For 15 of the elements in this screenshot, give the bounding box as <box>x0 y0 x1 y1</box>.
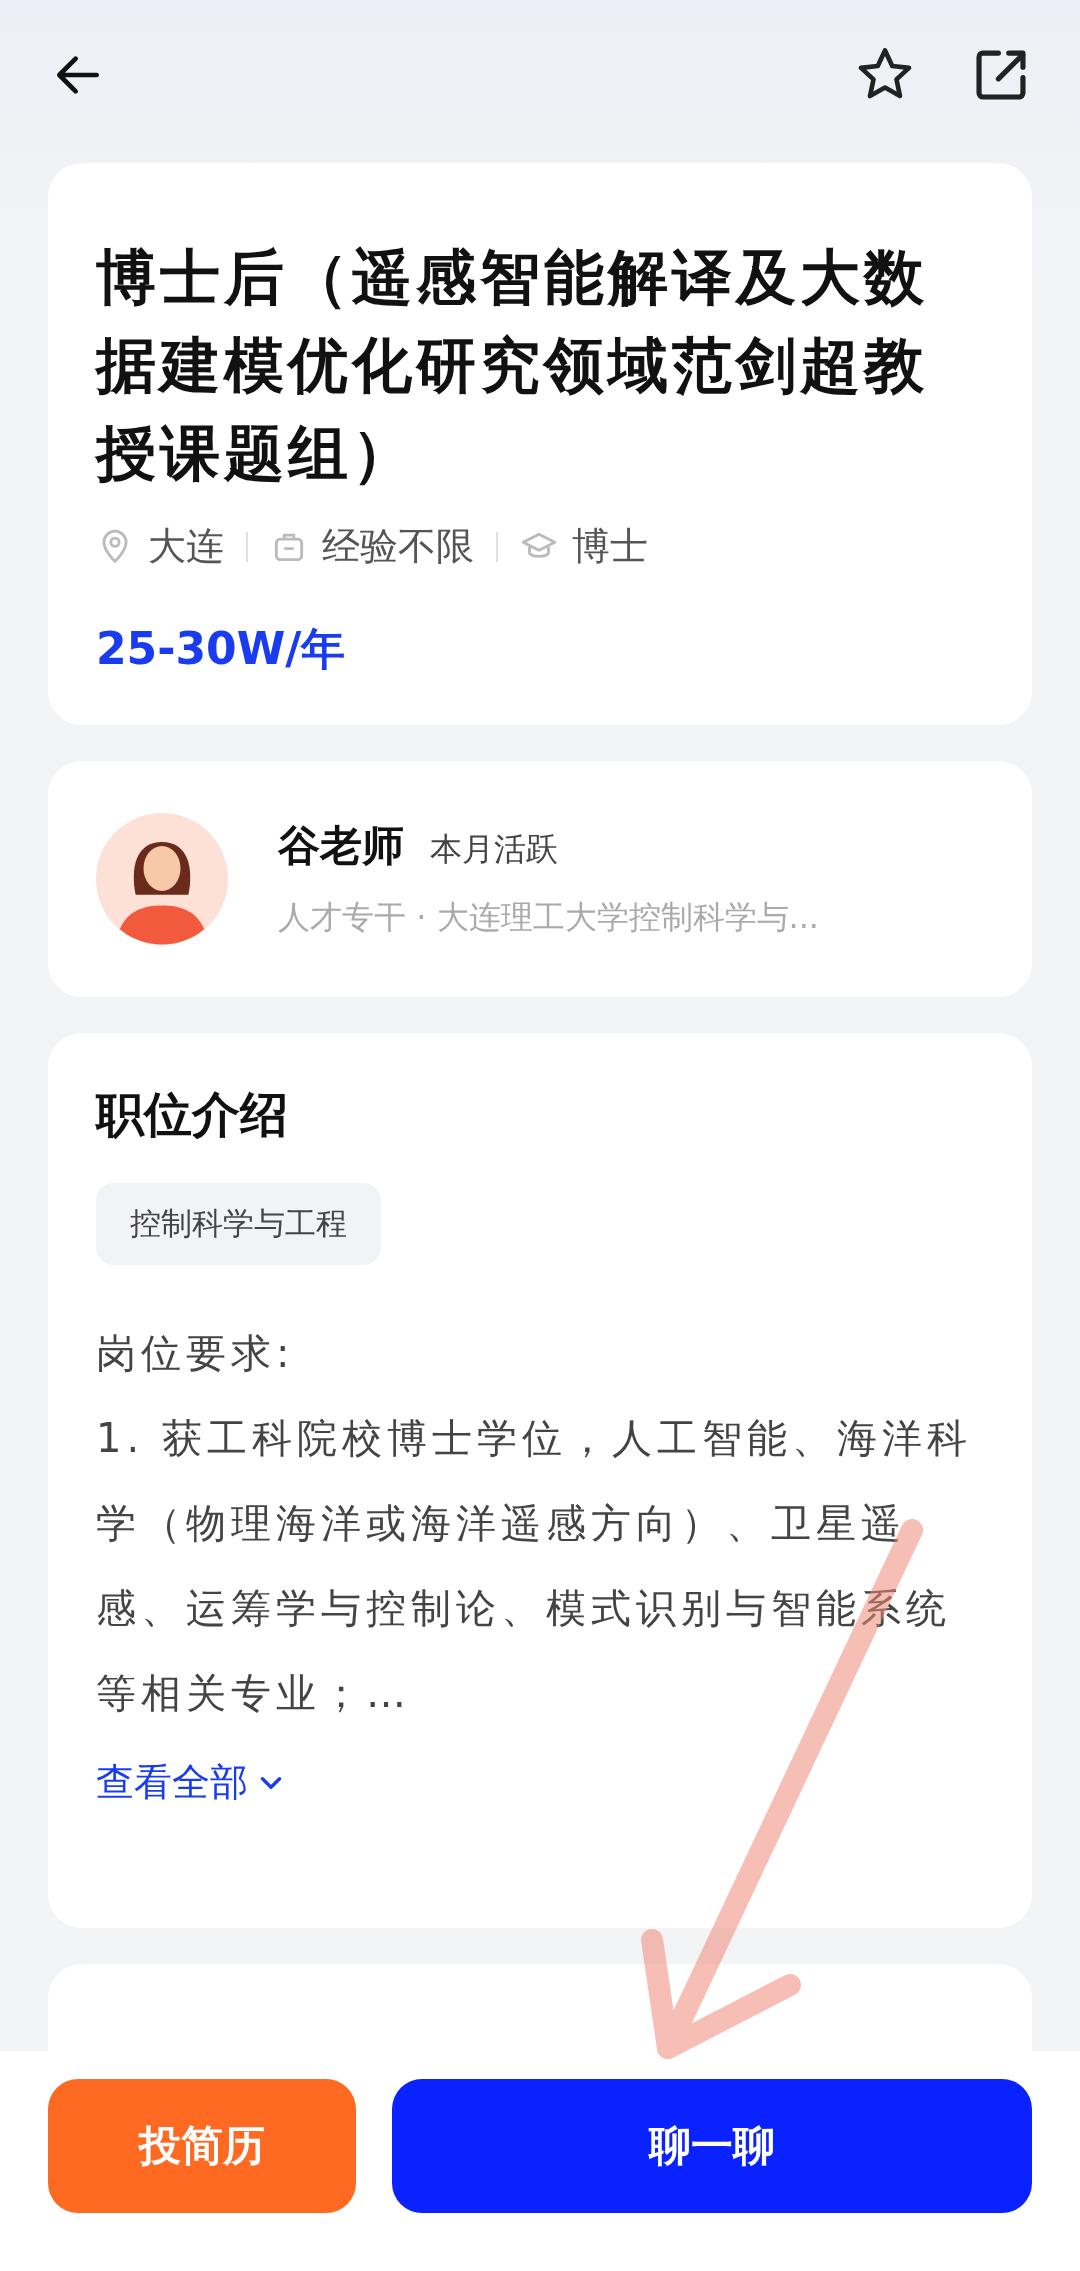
job-meta-text: 经验不限 <box>322 523 474 570</box>
job-meta-text: 博士 <box>572 523 648 570</box>
job-meta-text: 大连 <box>148 523 224 570</box>
view-all-link[interactable]: 查看全部 <box>96 1740 288 1825</box>
requirements-text: 1. 获工科院校博士学位，人工智能、海洋科学（物理海洋或海洋遥感方向）、卫星遥感、运筹学与控制论、模式识别与智能系统等相关专业；… <box>96 1414 973 1718</box>
section-heading: 职位介绍 <box>96 1085 289 1144</box>
requirements-heading: 岗位要求: <box>96 1329 296 1378</box>
chat-button[interactable]: 聊一聊 <box>392 2079 1032 2213</box>
tag: 控制科学与工程 <box>96 1183 381 1265</box>
salary: 25-30W/年 <box>96 622 347 676</box>
recruiter-card[interactable]: 谷老师 本月活跃 人才专干 · 大连理工大学控制科学与... <box>48 761 1032 997</box>
recruiter-name: 谷老师 <box>278 820 404 872</box>
job-title: 博士后（遥感智能解译及大数据建模优化研究领域范剑超教授课题组） <box>96 241 929 490</box>
activity-status: 本月活跃 <box>430 829 558 870</box>
recruiter-description: 人才专干 · 大连理工大学控制科学与... <box>278 897 820 938</box>
